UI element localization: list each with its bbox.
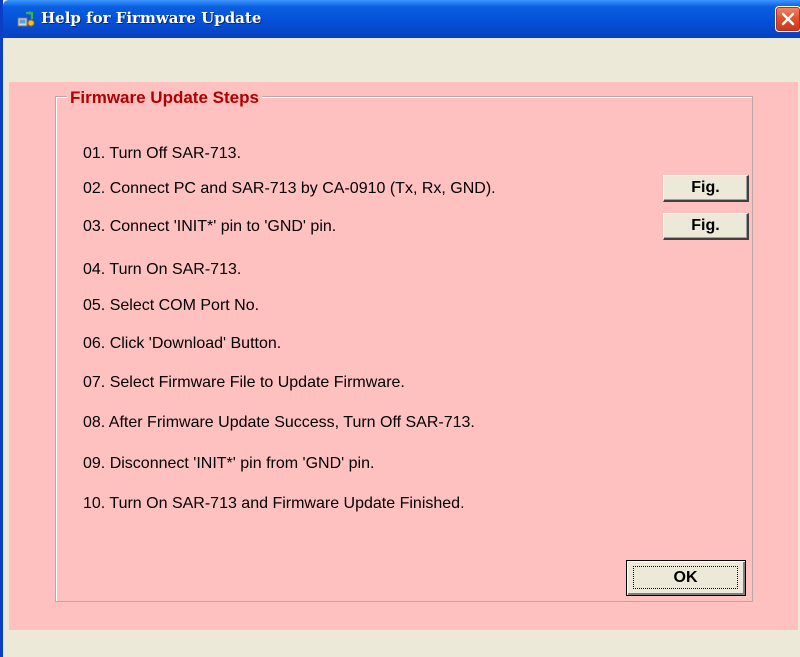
- title-bar[interactable]: Help for Firmware Update: [3, 0, 800, 38]
- step-06: 06. Click 'Download' Button.: [83, 335, 282, 352]
- fig-button-step-02[interactable]: Fig.: [663, 175, 749, 202]
- step-07: 07. Select Firmware File to Update Firmw…: [83, 374, 405, 391]
- step-10: 10. Turn On SAR-713 and Firmware Update …: [83, 495, 465, 512]
- ok-button-label: OK: [633, 566, 738, 589]
- step-01: 01. Turn Off SAR-713.: [83, 145, 242, 162]
- step-03: 03. Connect 'INIT*' pin to 'GND' pin.: [83, 218, 337, 235]
- fig-button-step-03[interactable]: Fig.: [663, 213, 749, 240]
- help-dialog-window: Help for Firmware Update Firmware Update…: [0, 0, 800, 657]
- step-05: 05. Select COM Port No.: [83, 297, 260, 314]
- step-04: 04. Turn On SAR-713.: [83, 261, 242, 278]
- close-icon: [781, 12, 795, 26]
- close-button[interactable]: [775, 6, 800, 32]
- step-08: 08. After Frimware Update Success, Turn …: [83, 414, 475, 431]
- ok-button[interactable]: OK: [626, 560, 746, 596]
- update-app-icon: [17, 10, 35, 28]
- groupbox-title: Firmware Update Steps: [67, 88, 262, 108]
- window-title: Help for Firmware Update: [41, 9, 262, 27]
- step-09: 09. Disconnect 'INIT*' pin from 'GND' pi…: [83, 455, 375, 472]
- step-02: 02. Connect PC and SAR-713 by CA-0910 (T…: [83, 180, 496, 197]
